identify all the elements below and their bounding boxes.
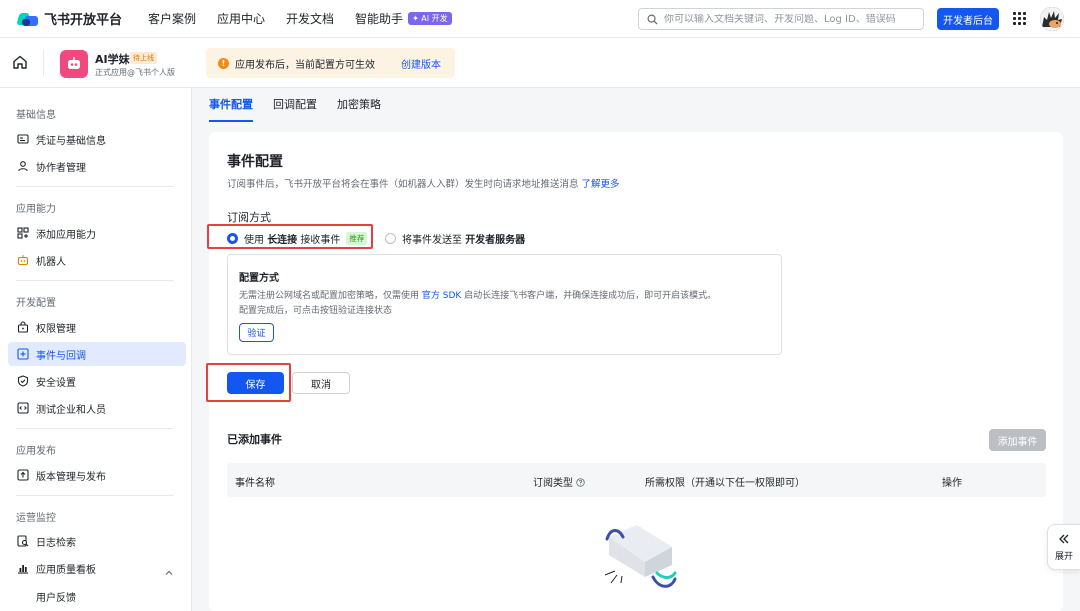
robot-icon (17, 254, 29, 266)
tab-bar: 事件配置 回调配置 加密策略 (209, 96, 401, 122)
add-event-button[interactable]: 添加事件 (989, 429, 1046, 451)
home-icon (13, 55, 27, 69)
brand[interactable]: 飞书开放平台 (16, 9, 130, 28)
sidebar-subitem-feedback[interactable]: 用户反馈 (36, 589, 76, 604)
home-button[interactable] (12, 54, 30, 72)
official-sdk-link[interactable]: 官方 SDK (422, 291, 461, 301)
apps-grid-icon[interactable] (1013, 12, 1026, 25)
verify-button[interactable]: 验证 (239, 323, 274, 342)
config-method-box: 配置方式 无需注册公网域名或配置加密策略，仅需使用 官方 SDK 启动长连接飞书… (227, 254, 782, 355)
app-header: AI学妹 待上线 正式应用@飞书个人版 ! 应用发布后，当前配置方可生效 创建版… (0, 38, 1080, 88)
page-title: 事件配置 (227, 154, 283, 170)
col-event-name: 事件名称 (235, 478, 275, 489)
col-actions: 操作 (942, 478, 962, 489)
config-method-title: 配置方式 (239, 273, 279, 284)
col-subscribe-type: 订阅类型 (533, 474, 585, 489)
search-input[interactable] (664, 13, 914, 25)
help-circle-icon[interactable] (576, 478, 585, 487)
learn-more-link[interactable]: 了解更多 (582, 179, 620, 190)
log-search-icon (17, 535, 29, 547)
sidebar-item-versions[interactable]: 版本管理与发布 (8, 463, 186, 487)
app-name: AI学妹 (95, 53, 130, 66)
event-icon (17, 348, 29, 360)
sidebar-item-quality[interactable]: 应用质量看板 (8, 556, 186, 580)
double-chevron-left-icon (1059, 534, 1069, 543)
highlight-box-option (207, 224, 373, 249)
sidebar-item-test-users[interactable]: 测试企业和人员 (8, 396, 186, 420)
warning-icon: ! (218, 57, 229, 69)
top-nav: 飞书开放平台 客户案例 应用中心 开发文档 智能助手 ✦ AI 开发 开发者后台 (0, 0, 1080, 38)
added-events-title: 已添加事件 (227, 433, 282, 446)
sidebar-item-robot[interactable]: 机器人 (8, 248, 186, 272)
credential-icon (17, 133, 29, 145)
app-icon (60, 50, 88, 78)
tab-event-config[interactable]: 事件配置 (209, 96, 253, 122)
nav-link-docs[interactable]: 开发文档 (286, 10, 334, 27)
cancel-button[interactable]: 取消 (292, 372, 350, 394)
highlight-box-save (206, 363, 291, 402)
page-description: 订阅事件后，飞书开放平台将会在事件（如机器人入群）发生时向请求地址推送消息 了解… (227, 179, 620, 190)
chart-icon (17, 562, 29, 574)
sidebar-item-logs[interactable]: 日志检索 (8, 529, 186, 553)
radio-unchecked[interactable] (385, 233, 396, 244)
radio-developer-server[interactable]: 将事件发送至 开发者服务器 (385, 231, 525, 246)
config-verify-hint: 配置完成后，可点击按钮验证连接状态 (239, 306, 393, 316)
expand-label: 展开 (1054, 551, 1073, 562)
search-icon (647, 14, 658, 25)
user-icon (17, 160, 29, 172)
col-permissions: 所需权限（开通以下任一权限即可） (645, 478, 805, 489)
sidebar-item-collaborators[interactable]: 协作者管理 (8, 154, 186, 178)
sidebar-group-abilities: 应用能力 (16, 204, 56, 215)
lock-icon (17, 321, 29, 333)
nav-link-app-center[interactable]: 应用中心 (217, 10, 265, 27)
events-table-header: 事件名称 订阅类型 所需权限（开通以下任一权限即可） 操作 (227, 463, 1046, 497)
sidebar-item-credentials[interactable]: 凭证与基础信息 (8, 127, 186, 151)
app-subtitle: 正式应用@飞书个人版 (95, 68, 175, 77)
status-badge: 待上线 (130, 52, 157, 64)
subscribe-method-label: 订阅方式 (227, 211, 271, 224)
ai-badge: ✦ AI 开发 (408, 12, 452, 25)
sidebar-item-add-ability[interactable]: 添加应用能力 (8, 221, 186, 245)
nav-link-cases[interactable]: 客户案例 (148, 10, 196, 27)
shield-icon (17, 375, 29, 387)
grid-add-icon (17, 227, 29, 239)
search-box[interactable] (638, 8, 924, 30)
hedgehog-avatar-icon (1040, 7, 1064, 31)
chevron-up-icon[interactable] (164, 568, 174, 578)
config-instructions: 无需注册公网域名或配置加密策略，仅需使用 官方 SDK 启动长连接飞书客户端，并… (239, 291, 717, 301)
upload-icon (17, 469, 29, 481)
nav-link-assistant[interactable]: 智能助手 (355, 10, 403, 27)
brand-name: 飞书开放平台 (44, 13, 123, 28)
developer-console-button[interactable]: 开发者后台 (937, 8, 999, 30)
avatar[interactable] (1040, 7, 1064, 31)
feishu-logo-icon (16, 11, 38, 27)
code-icon (17, 402, 29, 414)
sidebar-group-basic: 基础信息 (16, 110, 56, 121)
empty-state-illustration (604, 525, 677, 588)
sidebar-group-release: 应用发布 (16, 446, 56, 457)
sidebar: 基础信息 凭证与基础信息 协作者管理 应用能力 添加应用能力 机器人 开发配置 … (0, 88, 192, 611)
publish-notice: ! 应用发布后，当前配置方可生效 创建版本 (206, 48, 455, 78)
tab-encryption[interactable]: 加密策略 (337, 96, 381, 122)
robot-face-icon (68, 57, 80, 69)
notice-text: 应用发布后，当前配置方可生效 (235, 59, 375, 71)
sidebar-group-dev-config: 开发配置 (16, 298, 56, 309)
expand-panel-tab[interactable]: 展开 (1047, 524, 1080, 570)
event-config-card: 事件配置 订阅事件后，飞书开放平台将会在事件（如机器人入群）发生时向请求地址推送… (206, 132, 1063, 611)
sidebar-group-ops: 运营监控 (16, 513, 56, 524)
create-version-link[interactable]: 创建版本 (401, 56, 441, 71)
sidebar-item-events[interactable]: 事件与回调 (8, 342, 186, 366)
sidebar-item-permissions[interactable]: 权限管理 (8, 315, 186, 339)
sidebar-item-security[interactable]: 安全设置 (8, 369, 186, 393)
tab-callback-config[interactable]: 回调配置 (273, 96, 317, 122)
